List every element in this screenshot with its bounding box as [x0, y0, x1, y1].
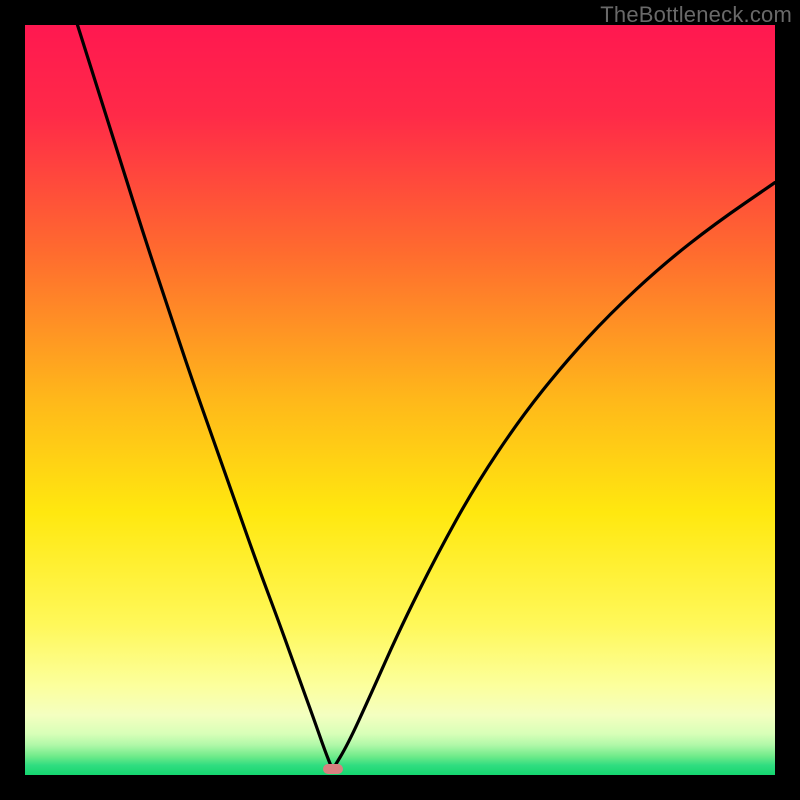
watermark-text: TheBottleneck.com: [600, 2, 792, 28]
bottleneck-marker: [323, 764, 343, 774]
bottleneck-curve: [25, 25, 775, 775]
chart-frame: TheBottleneck.com: [0, 0, 800, 800]
curve-left-branch: [78, 25, 333, 770]
curve-right-branch: [333, 183, 776, 770]
plot-area: [25, 25, 775, 775]
